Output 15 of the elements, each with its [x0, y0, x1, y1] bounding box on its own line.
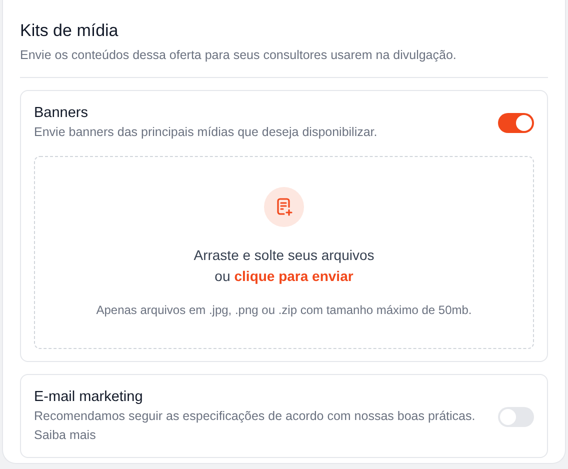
file-dropzone[interactable]: Arraste e solte seus arquivos ou clique para enviar Apenas arquivos em .jpg, .png ou .zip com tamanho máximo de 50mb.: [34, 156, 534, 350]
setting-title: Banners: [34, 104, 90, 123]
setting-title: E-mail marketing: [34, 388, 144, 408]
section-title: Kits de mídia: [20, 20, 120, 42]
document-add-icon: [275, 198, 293, 216]
toggle-switch[interactable]: [498, 112, 534, 133]
toggle-switch[interactable]: [498, 406, 534, 427]
setting-description: Envie banners das principais mídias que deseja disponibilizar.: [34, 124, 378, 141]
file-requirements-text: Apenas arquivos em .jpg, .png ou .zip com tamanho máximo de 50mb.: [96, 302, 472, 320]
learn-more-link[interactable]: Saiba mais: [34, 426, 476, 445]
upload-link[interactable]: clique para enviar: [234, 266, 354, 288]
setting-description: Recomendamos seguir as especificações de acordo com nossas boas práticas.: [34, 408, 476, 426]
drop-instruction: Arraste e solte seus arquivos: [194, 246, 374, 266]
drop-instruction: ou: [214, 267, 230, 286]
section-subtitle: Envie os conteúdos dessa oferta para seus consultores usarem na divulgação.: [20, 47, 458, 64]
